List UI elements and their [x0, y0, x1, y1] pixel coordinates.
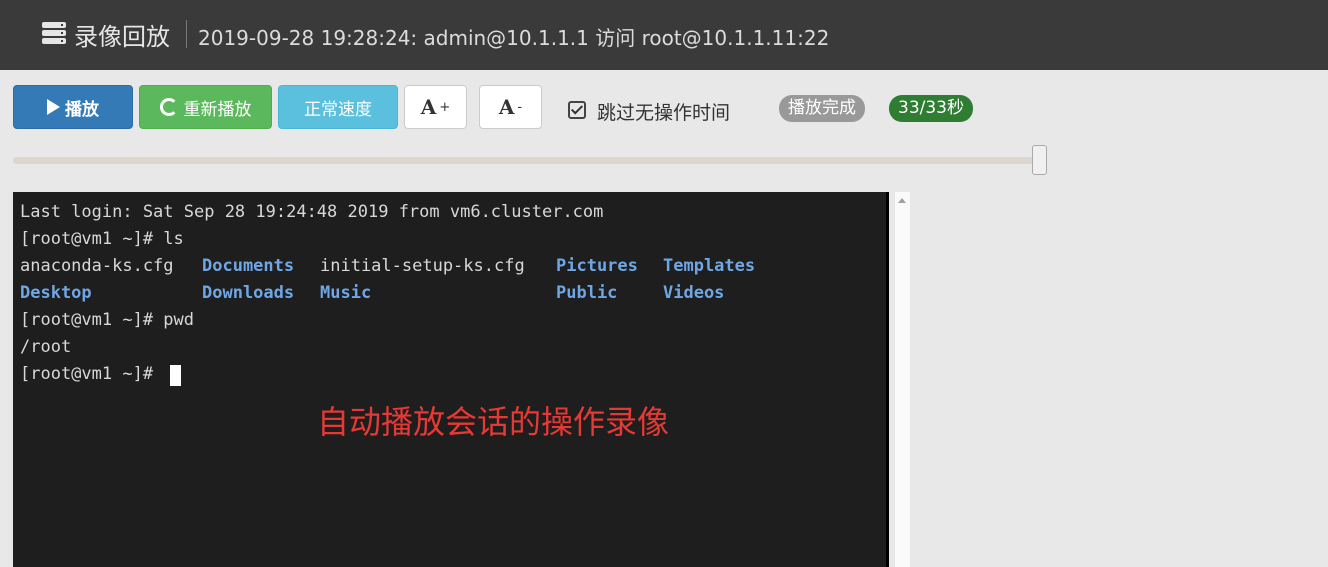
replay-label: 重新播放	[183, 99, 252, 120]
directory-item: Videos	[663, 283, 725, 303]
directory-item: Pictures	[556, 256, 638, 276]
font-increase-sign: +	[439, 99, 451, 115]
play-button[interactable]: 播放	[13, 85, 133, 129]
terminal-border	[886, 192, 889, 567]
directory-item: Documents	[202, 256, 295, 276]
directory-item: Templates	[663, 256, 756, 276]
status-badge: 播放完成	[779, 95, 865, 122]
session-info: 2019-09-28 19:28:24: admin@10.1.1.1 访问 r…	[198, 26, 830, 50]
terminal-cursor	[170, 365, 181, 386]
speed-button[interactable]: 正常速度	[278, 85, 398, 129]
overlay-caption: 自动播放会话的操作录像	[317, 403, 670, 441]
progress-track[interactable]	[13, 157, 1046, 164]
terminal-line: Last login: Sat Sep 28 19:24:48 2019 fro…	[20, 202, 604, 222]
directory-item: Desktop	[20, 283, 92, 303]
directory-item: Music	[320, 283, 372, 303]
font-decrease-letter: A	[498, 95, 515, 119]
terminal-line: /root	[20, 337, 72, 357]
file-item: anaconda-ks.cfg	[20, 256, 174, 276]
page-title: 录像回放	[74, 23, 170, 51]
terminal-line: [root@vm1 ~]# ls	[20, 229, 184, 249]
terminal-screen: Last login: Sat Sep 28 19:24:48 2019 fro…	[13, 192, 889, 567]
app-header: 录像回放 2019-09-28 19:28:24: admin@10.1.1.1…	[0, 0, 1328, 70]
font-decrease-sign: -	[517, 99, 523, 115]
font-increase-letter: A	[420, 95, 437, 119]
terminal-line: anaconda-ks.cfg Documents initial-setup-…	[20, 253, 880, 280]
speed-label: 正常速度	[304, 99, 372, 120]
terminal-line: [root@vm1 ~]# pwd	[20, 310, 194, 330]
play-label: 播放	[65, 99, 99, 120]
server-icon	[42, 22, 66, 44]
font-increase-button[interactable]: A +	[404, 85, 467, 129]
file-item: initial-setup-ks.cfg	[320, 256, 525, 276]
directory-item: Public	[556, 283, 618, 303]
terminal-scrollbar[interactable]	[895, 192, 910, 567]
skip-idle-checkbox[interactable]	[568, 101, 586, 119]
play-icon	[47, 99, 60, 115]
scroll-up-arrow-icon[interactable]	[898, 198, 906, 203]
time-badge: 33/33秒	[889, 95, 973, 122]
terminal-line: [root@vm1 ~]#	[20, 364, 164, 384]
replay-button[interactable]: 重新播放	[139, 85, 272, 129]
terminal-line: Desktop Downloads Music Public Videos	[20, 280, 880, 307]
replay-icon	[159, 98, 178, 116]
directory-item: Downloads	[202, 283, 295, 303]
progress-handle[interactable]	[1032, 145, 1047, 175]
header-divider	[186, 20, 187, 48]
font-decrease-button[interactable]: A-	[479, 85, 542, 129]
skip-idle-label[interactable]: 跳过无操作时间	[597, 98, 730, 125]
